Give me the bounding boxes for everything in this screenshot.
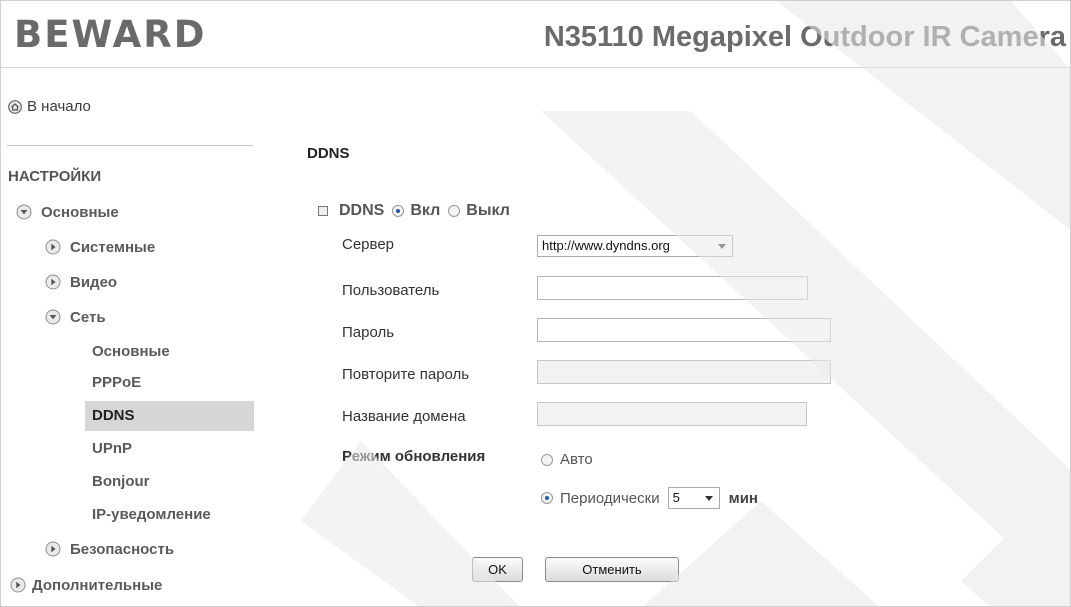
user-label: Пользователь: [342, 282, 440, 299]
home-link[interactable]: В начало: [8, 98, 91, 115]
ddns-off-radio[interactable]: [448, 205, 461, 217]
chevron-down-icon: [718, 244, 726, 249]
chevron-down-icon: [16, 204, 32, 220]
camera-model-title: N35110 Megapixel Outdoor IR Camera: [543, 21, 1066, 53]
repeat-password-field[interactable]: [537, 360, 831, 384]
update-mode-periodic[interactable]: Периодически 5 мин: [541, 487, 758, 509]
sidebar-item-security[interactable]: Безопасность: [45, 534, 174, 564]
sidebar-item-basic[interactable]: Основные: [16, 197, 119, 227]
sidebar-item-ip-notification[interactable]: IP-уведомление: [92, 500, 211, 530]
ddns-label: DDNS: [339, 202, 385, 219]
ddns-on-label[interactable]: Вкл: [410, 202, 440, 220]
cancel-button[interactable]: Отменить: [545, 557, 679, 582]
sidebar-item-security-label: Безопасность: [70, 540, 175, 558]
ok-button[interactable]: OK: [472, 557, 523, 582]
update-mode-auto[interactable]: Авто: [541, 451, 593, 468]
sidebar-item-system[interactable]: Системные: [45, 232, 155, 262]
chevron-right-icon: [45, 239, 61, 255]
auto-radio[interactable]: [541, 453, 553, 466]
periodic-radio[interactable]: [541, 492, 553, 504]
chevron-right-icon: [10, 577, 26, 593]
home-icon: [8, 99, 22, 114]
main-content: DDNS DDNS Вкл Выкл Сервер http://www.dyn…: [254, 68, 1070, 606]
update-mode-label: Режим обновления: [342, 448, 486, 465]
period-select-value: 5: [672, 490, 680, 505]
period-select[interactable]: 5: [667, 487, 720, 509]
sidebar-item-pppoe[interactable]: PPPoE: [92, 368, 141, 398]
repeat-password-label: Повторите пароль: [342, 366, 470, 383]
header-bar: BEWARD N35110 Megapixel Outdoor IR Camer…: [1, 1, 1070, 68]
sidebar-item-system-label: Системные: [70, 238, 156, 256]
auto-label[interactable]: Авто: [560, 451, 593, 468]
password-label: Пароль: [342, 324, 395, 341]
sidebar-item-network[interactable]: Сеть: [45, 302, 106, 332]
sidebar-item-basic-label: Основные: [41, 203, 119, 221]
ddns-toggle-row: DDNS Вкл Выкл: [318, 202, 510, 220]
chevron-down-icon: [45, 309, 61, 325]
sidebar-item-ddns[interactable]: DDNS: [85, 401, 254, 431]
home-label: В начало: [27, 98, 91, 115]
ddns-off-label[interactable]: Выкл: [466, 202, 510, 220]
sidebar-item-network-basic[interactable]: Основные: [92, 337, 170, 367]
page-title: DDNS: [307, 145, 350, 162]
ddns-on-radio[interactable]: [392, 205, 405, 217]
chevron-right-icon: [45, 274, 61, 290]
sidebar-divider: [7, 145, 253, 146]
user-field[interactable]: [537, 276, 808, 300]
domain-field[interactable]: [537, 402, 807, 426]
bullet-icon: [318, 206, 328, 216]
sidebar-item-video-label: Видео: [70, 273, 118, 291]
beward-logo: BEWARD: [14, 13, 207, 56]
sidebar-item-advanced-label: Дополнительные: [32, 576, 163, 594]
domain-label: Название домена: [342, 408, 466, 425]
server-label: Сервер: [342, 236, 395, 253]
sidebar-item-advanced[interactable]: Дополнительные: [10, 570, 162, 600]
periodic-label[interactable]: Периодически: [560, 490, 660, 507]
chevron-right-icon: [45, 541, 61, 557]
sidebar-item-network-label: Сеть: [70, 308, 106, 326]
server-select[interactable]: http://www.dyndns.org: [537, 235, 733, 257]
sidebar: В начало НАСТРОЙКИ Основные Системные Ви…: [1, 68, 254, 606]
password-field[interactable]: [537, 318, 831, 342]
period-unit: мин: [728, 489, 758, 507]
sidebar-item-bonjour[interactable]: Bonjour: [92, 467, 150, 497]
chevron-down-icon: [704, 496, 713, 501]
server-select-value: http://www.dyndns.org: [542, 238, 670, 253]
sidebar-item-video[interactable]: Видео: [45, 267, 117, 297]
settings-heading: НАСТРОЙКИ: [8, 168, 102, 185]
app-frame: BEWARD N35110 Megapixel Outdoor IR Camer…: [0, 0, 1071, 607]
sidebar-item-upnp[interactable]: UPnP: [92, 434, 132, 464]
